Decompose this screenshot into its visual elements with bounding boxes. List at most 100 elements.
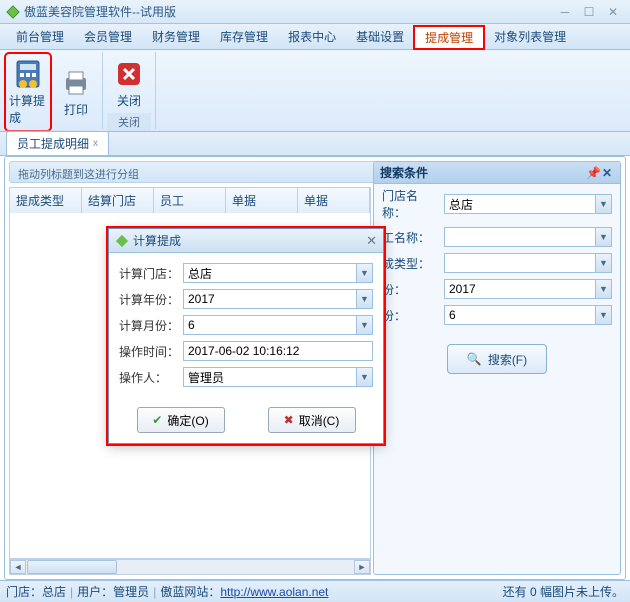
status-user-label: 用户：	[77, 583, 113, 600]
dialog-row: 计算门店：总店▼	[119, 263, 373, 283]
chevron-down-icon[interactable]: ▼	[595, 306, 611, 324]
search-row: 门店名称： 总店▼	[374, 184, 620, 224]
close-doc-button[interactable]: 关闭	[107, 54, 151, 113]
maximize-button[interactable]: ☐	[578, 4, 600, 20]
chevron-down-icon[interactable]: ▼	[595, 280, 611, 298]
chevron-down-icon[interactable]: ▼	[356, 290, 372, 308]
pin-icon[interactable]: 📌	[586, 166, 600, 180]
chevron-down-icon[interactable]: ▼	[356, 264, 372, 282]
dialog-row-field[interactable]: 6▼	[183, 315, 373, 335]
print-button[interactable]: 打印	[54, 54, 98, 130]
dialog-close-icon[interactable]: ✕	[366, 233, 377, 249]
print-label: 打印	[64, 101, 88, 118]
col-settle-store[interactable]: 结算门店	[82, 188, 154, 213]
doc-tab-label: 员工提成明细	[17, 135, 89, 152]
calc-commission-label: 计算提成	[9, 92, 47, 126]
menu-finance[interactable]: 财务管理	[142, 24, 210, 49]
menu-stock[interactable]: 库存管理	[210, 24, 278, 49]
search-row-combo[interactable]: ▼	[444, 253, 612, 273]
search-row-combo[interactable]: 6▼	[444, 305, 612, 325]
search-row-combo[interactable]: ▼	[444, 227, 612, 247]
status-link[interactable]: http://www.aolan.net	[220, 585, 328, 599]
col-bill-2[interactable]: 单据	[298, 188, 370, 213]
dialog-row-field[interactable]: 2017 ▼	[183, 289, 373, 309]
search-row-label: 门店名称：	[382, 187, 438, 221]
menu-member[interactable]: 会员管理	[74, 24, 142, 49]
chevron-down-icon[interactable]: ▼	[595, 195, 611, 213]
status-store-label: 门店：	[6, 583, 42, 600]
horizontal-scrollbar[interactable]: ◄ ►	[9, 559, 371, 575]
search-row-label: 工名称：	[382, 229, 438, 246]
status-link-label: 傲蓝网站：	[160, 583, 220, 600]
dialog-title: 计算提成	[133, 232, 181, 249]
dialog-titlebar[interactable]: 计算提成 ✕	[109, 229, 383, 253]
document-tabstrip: 员工提成明细 x	[0, 132, 630, 156]
combo-value: 6	[449, 308, 456, 322]
menu-front[interactable]: 前台管理	[6, 24, 74, 49]
chevron-down-icon[interactable]: ▼	[356, 368, 372, 386]
calculator-icon	[12, 58, 44, 90]
search-row-label: 份：	[382, 281, 438, 298]
scroll-left-icon[interactable]: ◄	[10, 560, 26, 574]
menu-commission[interactable]: 提成管理	[414, 26, 484, 49]
ok-button[interactable]: ✔ 确定(O)	[137, 407, 225, 433]
calc-commission-button[interactable]: 计算提成	[6, 54, 50, 130]
ribbon-group-close: 关闭 关闭	[103, 52, 156, 129]
status-bar: 门店： 总店 | 用户： 管理员 | 傲蓝网站： http://www.aola…	[0, 580, 630, 602]
menu-objectlist[interactable]: 对象列表管理	[484, 24, 576, 49]
search-button-label: 搜索(F)	[488, 351, 527, 368]
dialog-row-label: 操作人：	[119, 369, 179, 386]
search-row: 成类型： ▼	[374, 250, 620, 276]
col-employee[interactable]: 员工	[154, 188, 226, 213]
combo-value: 2017	[449, 282, 476, 296]
dialog-row-field[interactable]: 2017-06-02 10:16:12	[183, 341, 373, 361]
search-row-label: 份：	[382, 307, 438, 324]
check-icon: ✔	[152, 413, 162, 427]
panel-close-icon[interactable]: ✕	[600, 166, 614, 180]
chevron-down-icon[interactable]: ▼	[595, 254, 611, 272]
field-value: 管理员	[188, 369, 224, 386]
field-value: 2017	[188, 292, 215, 306]
close-icon	[113, 58, 145, 90]
window-title: 傲蓝美容院管理软件--试用版	[24, 3, 552, 20]
dialog-row: 操作时间：2017-06-02 10:16:12	[119, 341, 373, 361]
search-row: 份： 2017 ▼	[374, 276, 620, 302]
dialog-row-label: 计算月份：	[119, 317, 179, 334]
search-panel: 搜索条件 📌 ✕ 门店名称：总店▼工名称：▼成类型：▼份：2017▼份：6▼ 🔍…	[373, 161, 621, 575]
menu-report[interactable]: 报表中心	[278, 24, 346, 49]
search-row-label: 成类型：	[382, 255, 438, 272]
search-row: 工名称： ▼	[374, 224, 620, 250]
calc-commission-dialog: 计算提成 ✕ 计算门店：总店▼计算年份：2017▼计算月份：6▼操作时间：201…	[108, 228, 384, 444]
dialog-row-label: 计算年份：	[119, 291, 179, 308]
dialog-row: 计算年份： 2017 ▼	[119, 289, 373, 309]
search-row-combo[interactable]: 总店▼	[444, 194, 612, 214]
search-panel-header: 搜索条件 📌 ✕	[374, 162, 620, 184]
dialog-row-field[interactable]: 总店 ▼	[183, 263, 373, 283]
dialog-row-field[interactable]: 管理员 ▼	[183, 367, 373, 387]
search-button[interactable]: 🔍 搜索(F)	[447, 344, 547, 374]
menu-bar: 前台管理 会员管理 财务管理 库存管理 报表中心 基础设置 提成管理 对象列表管…	[0, 24, 630, 50]
field-value: 总店	[188, 265, 212, 282]
status-upload: 还有 0 幅图片未上传。	[503, 583, 624, 600]
menu-basic[interactable]: 基础设置	[346, 24, 414, 49]
search-row-combo[interactable]: 2017 ▼	[444, 279, 612, 299]
field-value: 2017-06-02 10:16:12	[188, 344, 299, 358]
search-icon: 🔍	[467, 352, 482, 366]
scroll-thumb[interactable]	[27, 560, 117, 574]
doc-tab-close-icon[interactable]: x	[93, 138, 98, 149]
grid-header: 提成类型 结算门店 员工 单据 单据	[9, 187, 371, 214]
doc-tab-commission-detail[interactable]: 员工提成明细 x	[6, 131, 109, 155]
field-value: 6	[188, 318, 195, 332]
close-button[interactable]: ✕	[602, 4, 624, 20]
col-bill[interactable]: 单据	[226, 188, 298, 213]
col-commission-type[interactable]: 提成类型	[10, 188, 82, 213]
ribbon: 计算提成 打印 记录编辑 关闭 关闭	[0, 50, 630, 132]
minimize-button[interactable]: ─	[554, 4, 576, 20]
printer-icon	[60, 67, 92, 99]
scroll-right-icon[interactable]: ►	[354, 560, 370, 574]
cancel-button-label: 取消(C)	[299, 412, 340, 429]
cancel-button[interactable]: ✖ 取消(C)	[268, 407, 356, 433]
chevron-down-icon[interactable]: ▼	[356, 316, 372, 334]
chevron-down-icon[interactable]: ▼	[595, 228, 611, 246]
app-logo-icon	[6, 5, 20, 19]
